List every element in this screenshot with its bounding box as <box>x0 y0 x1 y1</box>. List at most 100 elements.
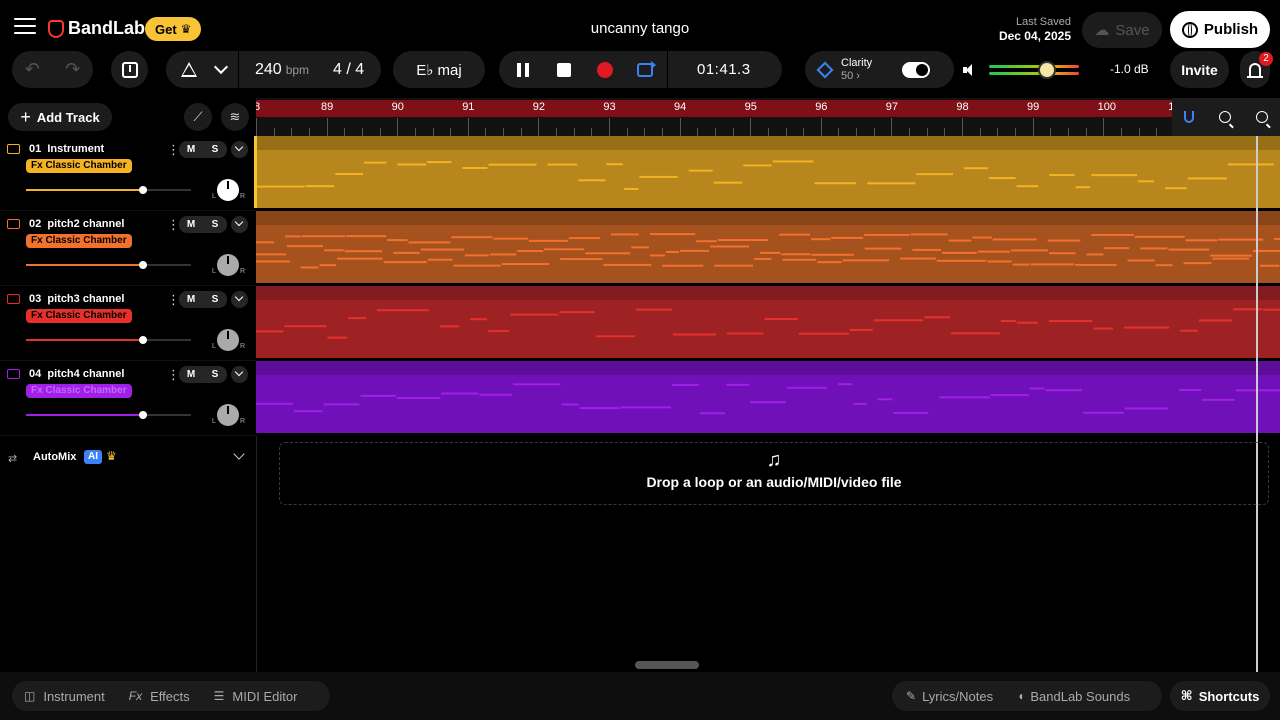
midi-note[interactable] <box>427 161 452 164</box>
midi-note[interactable] <box>360 394 396 397</box>
midi-note[interactable] <box>963 167 988 170</box>
track-volume-slider[interactable] <box>26 336 191 344</box>
midi-note[interactable] <box>585 252 631 255</box>
track-name[interactable]: 03 pitch3 channel <box>29 293 124 305</box>
undo-icon[interactable]: ↶ <box>25 59 40 80</box>
horizontal-scrollbar[interactable] <box>635 661 699 669</box>
midi-note[interactable] <box>786 386 828 389</box>
midi-note[interactable] <box>595 335 635 338</box>
midi-note[interactable] <box>568 237 601 240</box>
midi-note[interactable] <box>1030 263 1075 266</box>
midi-note[interactable] <box>665 250 680 253</box>
midi-note[interactable] <box>544 248 585 251</box>
midi-note[interactable] <box>1016 321 1038 324</box>
midi-note[interactable] <box>831 236 864 239</box>
midi-note[interactable] <box>579 407 620 410</box>
midi-note[interactable] <box>987 260 1012 263</box>
midi-note[interactable] <box>383 261 427 264</box>
midi-note[interactable] <box>753 257 772 260</box>
playhead[interactable] <box>1256 136 1258 672</box>
midi-note[interactable] <box>1083 411 1124 414</box>
midi-note[interactable] <box>764 318 798 321</box>
solo-button[interactable]: S <box>203 291 227 308</box>
tab-midi-editor[interactable]: ☰ MIDI Editor <box>214 689 298 704</box>
midi-note[interactable] <box>1134 235 1185 238</box>
time-signature[interactable]: 4 / 4 <box>333 61 364 79</box>
speaker-icon[interactable] <box>963 64 977 76</box>
tab-effects[interactable]: Fx Effects <box>129 689 190 704</box>
volume-thumb[interactable] <box>139 261 148 269</box>
midi-note[interactable] <box>948 239 972 242</box>
midi-note[interactable] <box>1048 320 1093 323</box>
midi-note[interactable] <box>838 383 853 386</box>
midi-note[interactable] <box>696 240 717 243</box>
bpm-display[interactable]: 240 bpm <box>255 61 309 79</box>
mute-button[interactable]: M <box>179 141 203 158</box>
volume-thumb[interactable] <box>139 411 148 419</box>
midi-note[interactable] <box>1045 389 1083 392</box>
midi-note[interactable] <box>727 332 764 335</box>
midi-note[interactable] <box>335 173 364 176</box>
midi-note[interactable] <box>1168 248 1210 251</box>
fx-badge[interactable]: Fx Classic Chamber <box>26 309 132 323</box>
track-lane[interactable] <box>256 361 1280 433</box>
midi-note[interactable] <box>972 236 992 239</box>
midi-note[interactable] <box>662 264 704 267</box>
midi-note[interactable] <box>387 239 408 242</box>
midi-note[interactable] <box>988 177 1016 180</box>
midi-note[interactable] <box>867 182 916 185</box>
midi-note[interactable] <box>1049 174 1075 177</box>
midi-note[interactable] <box>673 333 717 336</box>
midi-note[interactable] <box>300 266 319 269</box>
volume-knob[interactable] <box>1037 61 1056 79</box>
get-membership-button[interactable]: Get ♛ <box>145 17 202 41</box>
midi-note[interactable] <box>327 336 348 339</box>
midi-note[interactable] <box>849 328 873 331</box>
midi-note[interactable] <box>364 161 387 164</box>
clarity-button[interactable]: Clarity 50 › <box>841 57 872 83</box>
midi-note[interactable] <box>1198 319 1233 322</box>
midi-note[interactable] <box>714 264 753 267</box>
midi-note[interactable] <box>900 257 936 260</box>
loop-region[interactable] <box>256 100 1280 117</box>
midi-note[interactable] <box>990 394 1029 397</box>
record-icon[interactable] <box>597 61 613 78</box>
midi-note[interactable] <box>560 258 603 261</box>
midi-note[interactable] <box>462 167 488 170</box>
midi-note[interactable] <box>873 319 924 322</box>
chevron-down-icon[interactable] <box>213 59 229 74</box>
midi-note[interactable] <box>324 249 344 252</box>
automix-row[interactable]: ⇄ AutoMix AI ♛ <box>0 444 256 470</box>
midi-note[interactable] <box>1180 329 1198 332</box>
midi-note[interactable] <box>346 235 387 238</box>
track-volume-slider[interactable] <box>26 411 191 419</box>
midi-note[interactable] <box>547 163 578 166</box>
tab-bandlab-sounds[interactable]: ◖ BandLab Sounds <box>1017 689 1130 704</box>
track-name[interactable]: 01 Instrument <box>29 143 104 155</box>
tab-instrument[interactable]: ◫ Instrument <box>24 689 105 704</box>
midi-note[interactable] <box>649 233 696 236</box>
midi-note[interactable] <box>1183 262 1212 265</box>
midi-note[interactable] <box>501 263 550 266</box>
stop-icon[interactable] <box>557 62 571 77</box>
midi-note[interactable] <box>916 173 953 176</box>
master-volume-slider[interactable] <box>989 61 1079 79</box>
tab-lyrics-notes[interactable]: ✎ Lyrics/Notes <box>906 689 993 704</box>
midi-note[interactable] <box>336 257 383 260</box>
pause-icon[interactable] <box>517 62 529 77</box>
midi-note[interactable] <box>451 236 493 239</box>
midi-note[interactable] <box>397 163 427 166</box>
chevron-down-icon[interactable] <box>231 291 248 308</box>
project-title[interactable]: uncanny tango <box>591 20 689 37</box>
midi-note[interactable] <box>1227 163 1274 166</box>
midi-note[interactable] <box>750 401 786 404</box>
shortcuts-button[interactable]: ⌘ Shortcuts <box>1170 681 1270 711</box>
add-track-button[interactable]: + Add Track <box>8 103 112 131</box>
midi-note[interactable] <box>951 332 1000 335</box>
chevron-down-icon[interactable] <box>231 216 248 233</box>
midi-note[interactable] <box>814 182 857 185</box>
timeline-ruler[interactable]: 889909192939495969798991001 <box>256 98 1280 136</box>
midi-note[interactable] <box>864 233 910 236</box>
midi-note[interactable] <box>285 235 301 238</box>
midi-note[interactable] <box>396 397 441 400</box>
